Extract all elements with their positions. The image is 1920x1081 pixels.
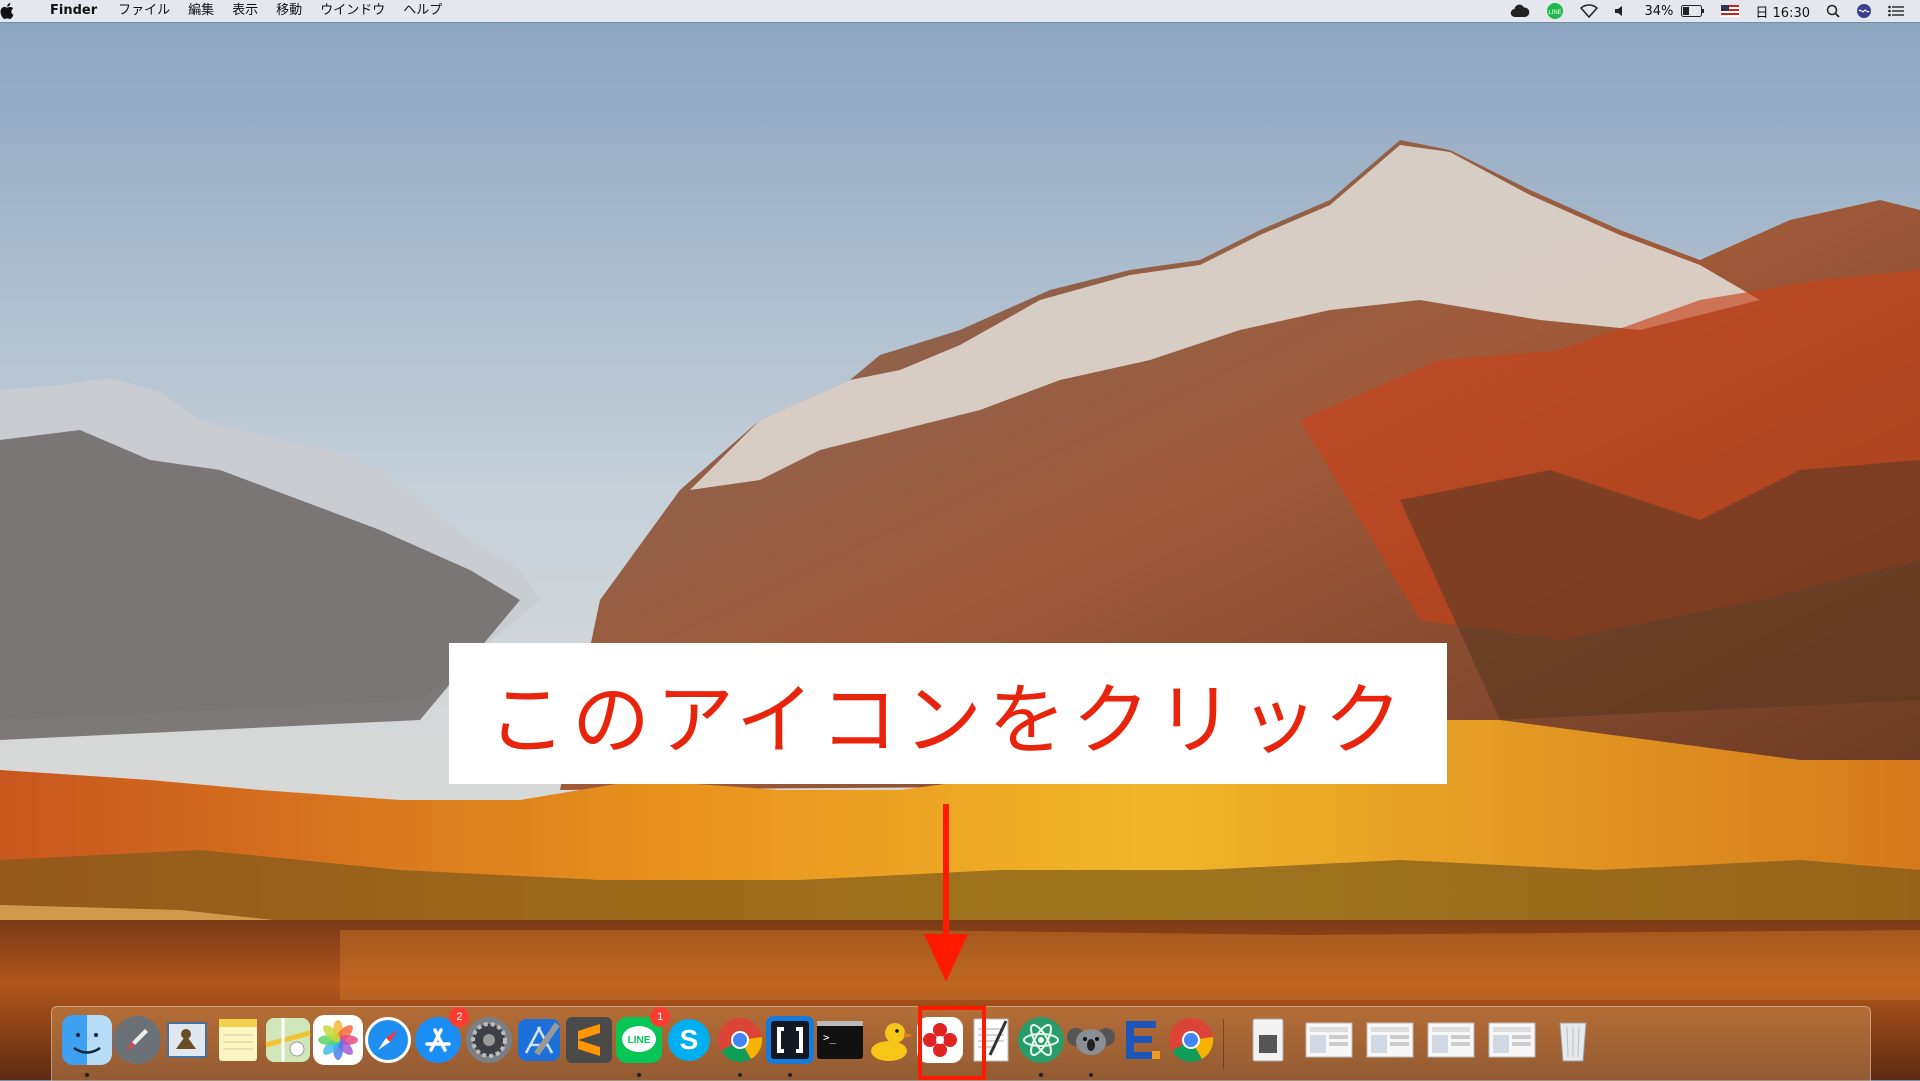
dock-trash[interactable] <box>1548 1015 1598 1065</box>
dock-app-system-preferences[interactable] <box>464 1015 514 1065</box>
dock-app-sublime-text[interactable] <box>564 1015 614 1065</box>
trash-icon <box>1548 1015 1598 1065</box>
chrome-icon <box>1166 1015 1216 1065</box>
battery-icon[interactable] <box>1681 0 1713 22</box>
dock-separator <box>1222 1019 1224 1069</box>
menu-help[interactable]: ヘルプ <box>394 0 451 22</box>
menu-bar-status: LINE 34% 日 16:30 <box>1502 0 1920 22</box>
volume-icon[interactable] <box>1606 0 1636 22</box>
maps-icon <box>263 1015 313 1065</box>
dock-app-mail[interactable] <box>162 1015 212 1065</box>
running-indicator <box>85 1073 89 1077</box>
dock-screenshot-stack-1[interactable] <box>1304 1015 1354 1065</box>
finder-icon <box>62 1015 112 1065</box>
menu-view[interactable]: 表示 <box>223 0 267 22</box>
dock-app-xcode[interactable] <box>514 1015 564 1065</box>
apple-logo-icon[interactable] <box>0 3 46 19</box>
notification-center-icon[interactable] <box>1880 0 1912 22</box>
dock-app-app-store[interactable]: 2 <box>413 1007 470 1065</box>
annotation-highlight-box <box>918 1006 986 1080</box>
dock-app-photos[interactable] <box>313 1015 363 1065</box>
dock-downloads-stack[interactable] <box>1243 1015 1293 1065</box>
menu-edit[interactable]: 編集 <box>179 0 223 22</box>
line-icon[interactable]: LINE <box>1538 0 1572 22</box>
dock-app-e-editor[interactable] <box>1116 1015 1166 1065</box>
annotation-text: このアイコンをクリック <box>487 675 1409 766</box>
dock-screenshot-stack-3[interactable] <box>1426 1015 1476 1065</box>
launchpad-icon <box>112 1015 162 1065</box>
menu-file[interactable]: ファイル <box>109 0 179 22</box>
siri-icon[interactable] <box>1848 0 1880 22</box>
dock-app-chrome-canary[interactable] <box>1166 1015 1216 1065</box>
annotation-callout: このアイコンをクリック <box>449 643 1447 784</box>
terminal-icon: >_ <box>815 1015 865 1065</box>
svg-text:LINE: LINE <box>628 1035 651 1046</box>
safari-icon <box>363 1015 413 1065</box>
koala-icon <box>1066 1015 1116 1065</box>
sublime-text-icon <box>564 1015 614 1065</box>
xcode-icon <box>514 1015 564 1065</box>
menu-window[interactable]: ウインドウ <box>311 0 394 22</box>
running-indicator <box>1038 1073 1043 1077</box>
dock-app-notes[interactable] <box>213 1015 263 1065</box>
photos-icon <box>313 1015 363 1065</box>
svg-text:>_: >_ <box>823 1031 837 1044</box>
running-indicator <box>787 1073 792 1077</box>
running-indicator <box>1089 1073 1093 1077</box>
screenshot-thumbnail-icon <box>1304 1015 1354 1065</box>
menu-go[interactable]: 移動 <box>267 0 311 22</box>
menu-app-finder[interactable]: Finder <box>46 0 109 22</box>
cyberduck-icon <box>865 1015 915 1065</box>
wifi-icon[interactable] <box>1572 0 1606 22</box>
dock-app-chrome[interactable] <box>715 1015 765 1077</box>
dock-app-brackets[interactable] <box>765 1015 815 1077</box>
dock-app-skype[interactable]: S <box>664 1015 714 1065</box>
dock-app-safari[interactable] <box>363 1015 413 1065</box>
downloads-stack-icon <box>1243 1015 1293 1065</box>
menu-bar-left: Finder ファイル 編集 表示 移動 ウインドウ ヘルプ <box>0 0 451 22</box>
skype-icon: S <box>664 1015 714 1065</box>
screenshot-thumbnail-icon <box>1487 1015 1537 1065</box>
dock-screenshot-stack-4[interactable] <box>1487 1015 1537 1065</box>
annotation-arrow <box>924 804 968 982</box>
dock-app-cyberduck[interactable] <box>865 1015 915 1065</box>
dock-app-line[interactable]: LINE 1 <box>614 1007 671 1077</box>
running-indicator <box>637 1073 642 1077</box>
creative-cloud-icon[interactable] <box>1502 0 1538 22</box>
dock-app-finder[interactable] <box>62 1015 112 1077</box>
mail-icon <box>162 1015 212 1065</box>
system-preferences-icon <box>464 1015 514 1065</box>
spotlight-icon[interactable] <box>1818 0 1848 22</box>
menu-bar: Finder ファイル 編集 表示 移動 ウインドウ ヘルプ LINE 34% … <box>0 0 1920 22</box>
e-app-icon <box>1116 1015 1166 1065</box>
chrome-icon <box>715 1015 765 1065</box>
dock-screenshot-stack-2[interactable] <box>1365 1015 1415 1065</box>
notes-icon <box>213 1015 263 1065</box>
svg-text:S: S <box>680 1024 699 1055</box>
brackets-icon <box>765 1015 815 1065</box>
dock-app-maps[interactable] <box>263 1015 313 1065</box>
clock[interactable]: 日 16:30 <box>1747 0 1818 22</box>
dock-app-terminal[interactable]: >_ <box>815 1015 865 1065</box>
dock-app-launchpad[interactable] <box>112 1015 162 1065</box>
svg-text:LINE: LINE <box>1549 10 1562 16</box>
running-indicator <box>737 1073 742 1077</box>
battery-percent[interactable]: 34% <box>1636 0 1681 22</box>
dock-app-atom[interactable] <box>1016 1015 1066 1077</box>
screenshot-thumbnail-icon <box>1426 1015 1476 1065</box>
screenshot-thumbnail-icon <box>1365 1015 1415 1065</box>
atom-icon <box>1016 1015 1066 1065</box>
dock-app-koala[interactable] <box>1066 1015 1116 1077</box>
us-flag-icon[interactable] <box>1713 0 1747 22</box>
